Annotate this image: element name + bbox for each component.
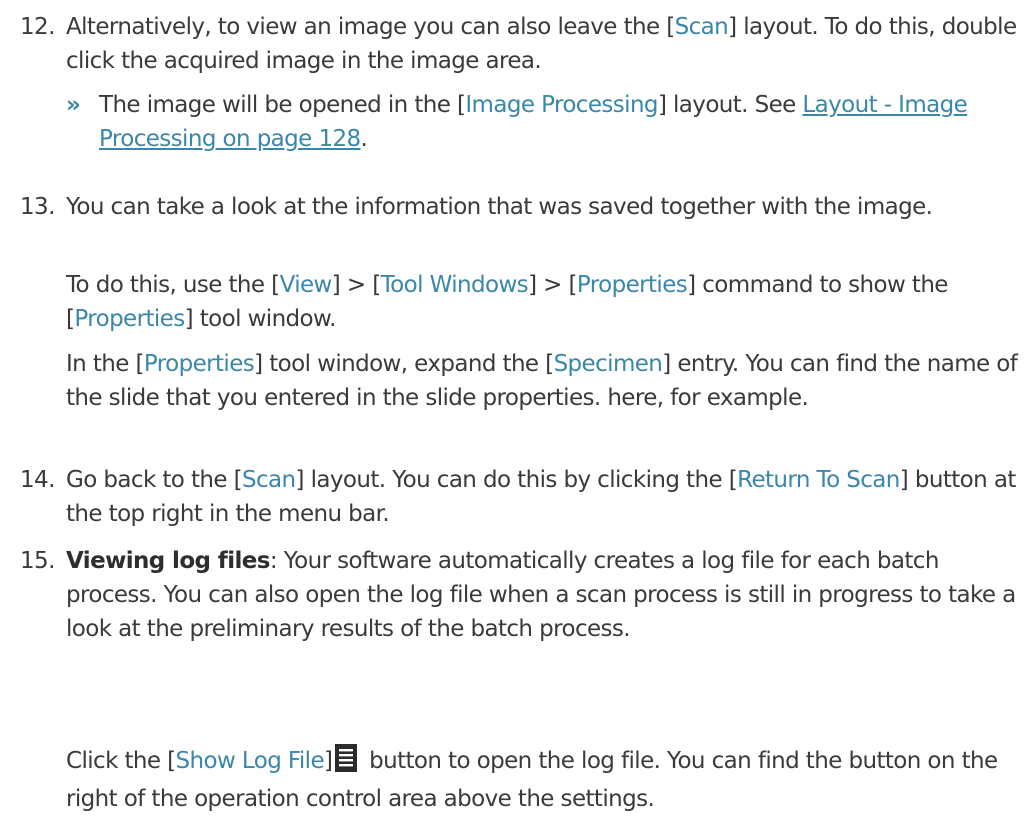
- keyword-specimen: Specimen: [553, 351, 663, 377]
- step-15: 15. Viewing log files: Your software aut…: [20, 544, 1025, 646]
- log-file-icon: [334, 744, 358, 782]
- step-text: Alternatively, to view an image you can …: [66, 14, 1017, 74]
- result-arrow-icon: »: [66, 92, 81, 118]
- step-text: Go back to the [Scan] layout. You can do…: [66, 467, 1016, 527]
- step-number: 15.: [20, 548, 55, 574]
- step-number: 13.: [20, 194, 55, 220]
- step-13-paragraph-2: In the [Properties] tool window, expand …: [66, 351, 1018, 411]
- step-15-paragraph-1: Click the [Show Log File] button to open…: [66, 744, 1028, 816]
- step-text: You can take a look at the information t…: [66, 194, 933, 220]
- step-number: 14.: [20, 467, 55, 493]
- result-text: The image will be opened in the [Image P…: [99, 92, 968, 152]
- step-14: 14. Go back to the [Scan] layout. You ca…: [20, 463, 1025, 531]
- keyword-scan: Scan: [674, 14, 729, 40]
- bold-heading: Viewing log files: [66, 548, 270, 574]
- step-13: 13. You can take a look at the informati…: [20, 190, 1025, 224]
- keyword-view: View: [279, 272, 333, 298]
- keyword-scan: Scan: [242, 467, 296, 493]
- keyword-properties: Properties: [74, 306, 185, 332]
- keyword-show-log-file: Show Log File: [175, 748, 325, 774]
- step-number: 12.: [20, 14, 55, 40]
- step-13-paragraph-1: To do this, use the [View] > [Tool Windo…: [66, 272, 948, 332]
- step-text: Viewing log files: Your software automat…: [66, 548, 1016, 642]
- keyword-return-to-scan: Return To Scan: [737, 467, 900, 493]
- keyword-properties: Properties: [143, 351, 255, 377]
- step-12: 12. Alternatively, to view an image you …: [20, 10, 1025, 78]
- keyword-properties: Properties: [576, 272, 688, 298]
- step-12-result: » The image will be opened in the [Image…: [66, 88, 1028, 156]
- document-page: 12. Alternatively, to view an image you …: [0, 0, 1033, 824]
- keyword-image-processing: Image Processing: [465, 92, 658, 118]
- keyword-tool-windows: Tool Windows: [380, 272, 529, 298]
